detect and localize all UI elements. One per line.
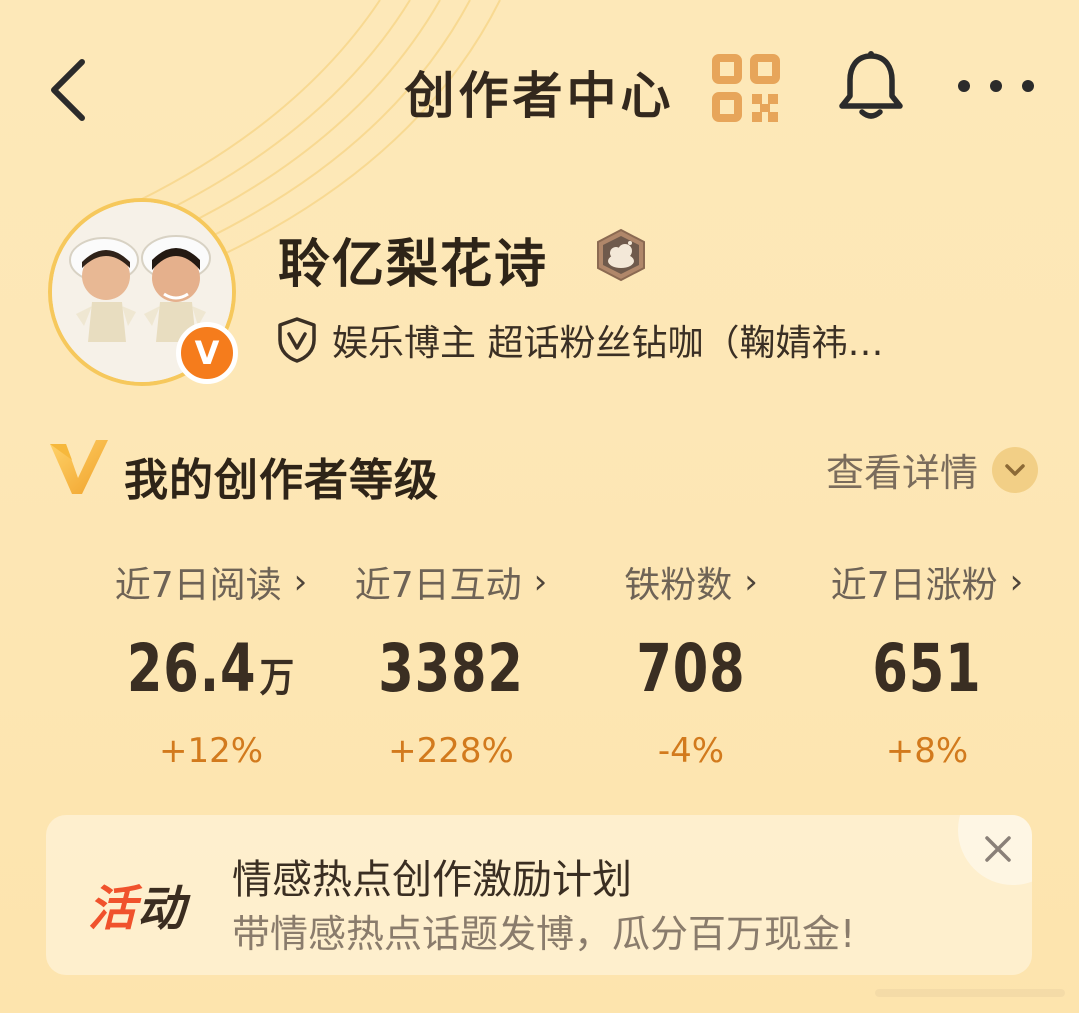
top-bar: 创作者中心 (0, 0, 1079, 180)
stat-weekly-interactions[interactable]: 近7日互动 › 3382 +228% (336, 556, 566, 771)
activity-tag: 活动 (88, 869, 186, 939)
creator-level-row: 我的创作者等级 查看详情 (48, 436, 1038, 506)
close-icon (985, 836, 1011, 862)
stat-value: 3382 (352, 630, 550, 707)
stat-label-text: 近7日互动 (354, 565, 522, 606)
stat-value-number: 3382 (378, 630, 524, 707)
stat-value: 651 (828, 630, 1026, 707)
stat-label-text: 近7日阅读 (114, 565, 282, 606)
stat-value-number: 26.4 (126, 630, 257, 707)
stat-change: +228% (388, 731, 514, 771)
identity-text: 娱乐博主 超话粉丝钻咖（鞠婧祎… (332, 323, 884, 364)
stat-change: +8% (885, 731, 969, 771)
activity-subtitle: 带情感热点话题发博，瓜分百万现金! (232, 912, 856, 956)
creator-level-title: 我的创作者等级 (124, 455, 439, 506)
page-title: 创作者中心 (404, 67, 675, 125)
avatar-container[interactable]: V (48, 198, 238, 386)
stat-weekly-new-fans[interactable]: 近7日涨粉 › 651 +8% (812, 556, 1042, 771)
stat-weekly-reads[interactable]: 近7日阅读 › 26.4万 +12% (96, 556, 326, 771)
chevron-right-icon: › (744, 562, 758, 602)
username: 聆亿梨花诗 (278, 235, 549, 295)
stat-value-number: 651 (872, 630, 982, 707)
stat-value-number: 708 (636, 630, 746, 707)
activity-tag-part2: 动 (137, 881, 187, 937)
watermark-graphic (875, 989, 1065, 997)
stat-label: 近7日阅读 › (115, 556, 308, 608)
activity-banner[interactable]: 活动 情感热点创作激励计划 带情感热点话题发博，瓜分百万现金! (46, 815, 1032, 975)
stat-value: 26.4万 (112, 630, 310, 707)
chevron-right-icon: › (293, 562, 308, 602)
chevron-right-icon: › (1009, 562, 1024, 602)
stat-change: -4% (657, 731, 725, 771)
stat-label: 近7日互动 › (355, 556, 548, 608)
level-badge-icon[interactable] (594, 228, 648, 282)
identity-row[interactable]: 娱乐博主 超话粉丝钻咖（鞠婧祎… (276, 314, 883, 366)
stat-label-text: 近7日涨粉 (830, 565, 998, 606)
view-details-label: 查看详情 (825, 451, 978, 495)
notification-button[interactable] (836, 50, 906, 122)
stat-iron-fans[interactable]: 铁粉数 › 708 -4% (576, 556, 806, 771)
chevron-down-icon (992, 446, 1038, 493)
stat-label: 近7日涨粉 › (831, 556, 1024, 608)
more-button[interactable] (952, 62, 1040, 110)
more-horizontal-icon (958, 80, 1034, 92)
close-button[interactable] (974, 825, 1022, 873)
activity-title: 情感热点创作激励计划 (232, 857, 632, 903)
creator-v-icon (50, 440, 108, 494)
stat-change: +12% (158, 731, 264, 771)
shield-icon (278, 317, 316, 363)
stat-value: 708 (592, 630, 790, 707)
bell-icon (839, 51, 903, 119)
view-details-button[interactable]: 查看详情 (826, 442, 1038, 497)
stats-panel: 近7日阅读 › 26.4万 +12% 近7日互动 › 3382 +228% 铁粉数 ›… (96, 556, 1046, 776)
chevron-right-icon: › (533, 562, 548, 602)
verified-badge: V (176, 322, 238, 384)
activity-tag-part1: 活 (88, 881, 138, 937)
qr-code-button[interactable] (710, 52, 782, 124)
stat-label-text: 铁粉数 (624, 565, 733, 606)
stat-label: 铁粉数 › (624, 556, 758, 608)
stat-value-unit: 万 (259, 655, 296, 701)
qr-code-icon (712, 54, 780, 122)
